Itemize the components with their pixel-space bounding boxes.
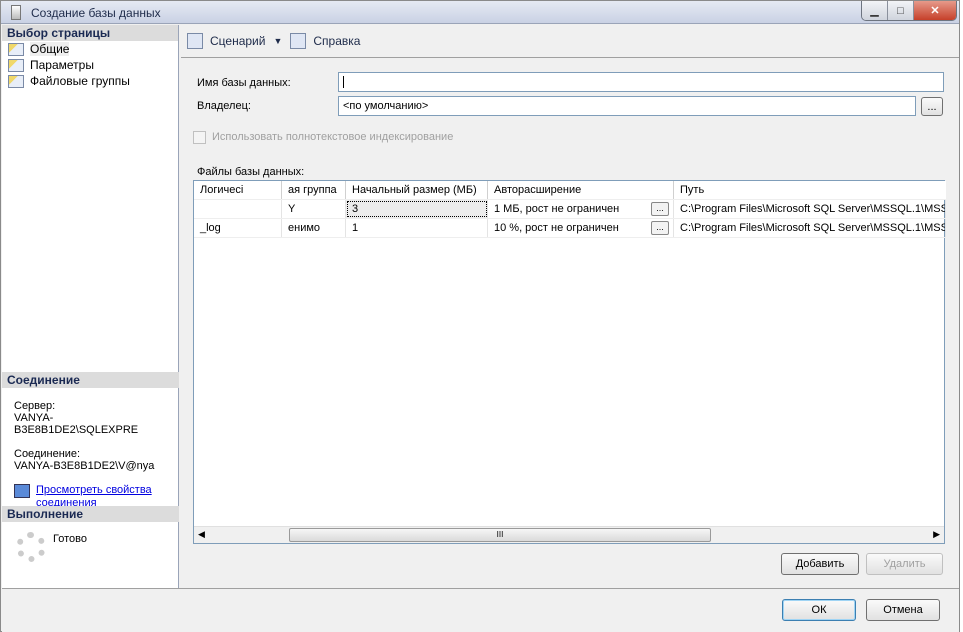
dialog-window: Создание базы данных ▁ □ ✕ Выбор страниц… (0, 0, 960, 632)
owner-browse-button[interactable]: ... (921, 97, 943, 116)
owner-label: Владелец: (197, 100, 251, 112)
scroll-left-icon[interactable]: ◀ (198, 529, 205, 540)
db-files-label: Файлы базы данных: (197, 166, 305, 178)
add-button[interactable]: Добавить (781, 553, 859, 575)
script-icon (187, 33, 203, 49)
page-icon (8, 42, 24, 56)
horizontal-scrollbar[interactable]: ◀ III ▶ (194, 526, 944, 543)
left-pane: Выбор страницы Общие Параметры Файловые … (2, 25, 179, 588)
execution-header: Выполнение (2, 506, 179, 522)
col-path[interactable]: Путь (674, 181, 946, 199)
ok-button[interactable]: ОК (782, 599, 856, 621)
server-value: VANYA-B3E8B1DE2\SQLEXPRE (14, 412, 139, 436)
cell-initial-size[interactable]: 3 (346, 200, 488, 218)
close-button[interactable]: ✕ (914, 1, 956, 20)
cell-autogrowth[interactable]: 1 МБ, рост не ограничен... (488, 200, 674, 218)
connection-properties-icon (14, 484, 30, 498)
table-row[interactable]: _log енимо 1 10 %, рост не ограничен... … (194, 219, 946, 238)
db-name-input[interactable] (338, 72, 944, 92)
db-files-grid: Логичесі ая группа Начальный размер (МБ)… (193, 180, 946, 544)
server-label: Сервер: (14, 400, 56, 412)
toolbar: Сценарий ▼ Справка (181, 25, 959, 58)
cell-logical-name[interactable]: _log (194, 219, 282, 237)
help-icon (290, 33, 307, 49)
page-select-header: Выбор страницы (2, 25, 178, 41)
cell-filegroup[interactable]: Y (282, 200, 346, 218)
table-row[interactable]: Y 3 1 МБ, рост не ограничен... C:\Progra… (194, 200, 946, 219)
remove-button: Удалить (866, 553, 943, 575)
col-filegroup[interactable]: ая группа (282, 181, 346, 199)
cell-autogrowth[interactable]: 10 %, рост не ограничен... (488, 219, 674, 237)
db-name-label: Имя базы данных: (197, 77, 291, 89)
nav-item-general[interactable]: Общие (2, 41, 178, 57)
cell-filegroup[interactable]: енимо (282, 219, 346, 237)
page-icon (8, 58, 24, 72)
cell-logical-name[interactable] (194, 200, 282, 218)
fulltext-checkbox[interactable] (193, 131, 206, 144)
scroll-thumb[interactable]: III (289, 528, 711, 542)
grid-header-row: Логичесі ая группа Начальный размер (МБ)… (194, 181, 946, 200)
col-initial-size[interactable]: Начальный размер (МБ) (346, 181, 488, 199)
nav-item-filegroups[interactable]: Файловые группы (2, 73, 178, 89)
owner-input[interactable]: <по умолчанию> (338, 96, 916, 116)
window-title: Создание базы данных (31, 6, 161, 20)
scroll-right-icon[interactable]: ▶ (933, 529, 940, 540)
nav-item-options[interactable]: Параметры (2, 57, 178, 73)
autogrowth-edit-button[interactable]: ... (651, 202, 669, 216)
connection-section: Соединение Сервер: VANYA-B3E8B1DE2\SQLEXP… (2, 372, 179, 514)
title-bar: Создание базы данных ▁ □ ✕ (1, 1, 959, 24)
cell-path[interactable]: C:\Program Files\Microsoft SQL Server\MS… (674, 219, 946, 237)
autogrowth-edit-button[interactable]: ... (651, 221, 669, 235)
fulltext-label: Использовать полнотекстовое индексирован… (212, 131, 454, 143)
database-icon (11, 5, 21, 20)
script-button[interactable]: Сценарий (210, 34, 265, 48)
cell-initial-size[interactable]: 1 (346, 219, 488, 237)
maximize-button[interactable]: □ (888, 1, 914, 20)
minimize-button[interactable]: ▁ (862, 1, 888, 20)
page-icon (8, 74, 24, 88)
script-dropdown-icon[interactable]: ▼ (273, 36, 282, 46)
general-page: Имя базы данных: Владелец: <по умолчанию… (181, 59, 959, 588)
connection-value: VANYA-B3E8B1DE2\V@nya (14, 460, 155, 472)
execution-section: Выполнение Готово (2, 506, 179, 562)
execution-status: Готово (53, 533, 87, 545)
connection-label: Соединение: (14, 448, 81, 460)
cell-path[interactable]: C:\Program Files\Microsoft SQL Server\MS… (674, 200, 946, 218)
connection-header: Соединение (2, 372, 179, 388)
col-autogrowth[interactable]: Авторасширение (488, 181, 674, 199)
help-button[interactable]: Справка (313, 34, 360, 48)
progress-spinner-icon (16, 532, 46, 562)
dialog-footer: ОК Отмена (2, 588, 959, 632)
cancel-button[interactable]: Отмена (866, 599, 940, 621)
col-logical-name[interactable]: Логичесі (194, 181, 282, 199)
